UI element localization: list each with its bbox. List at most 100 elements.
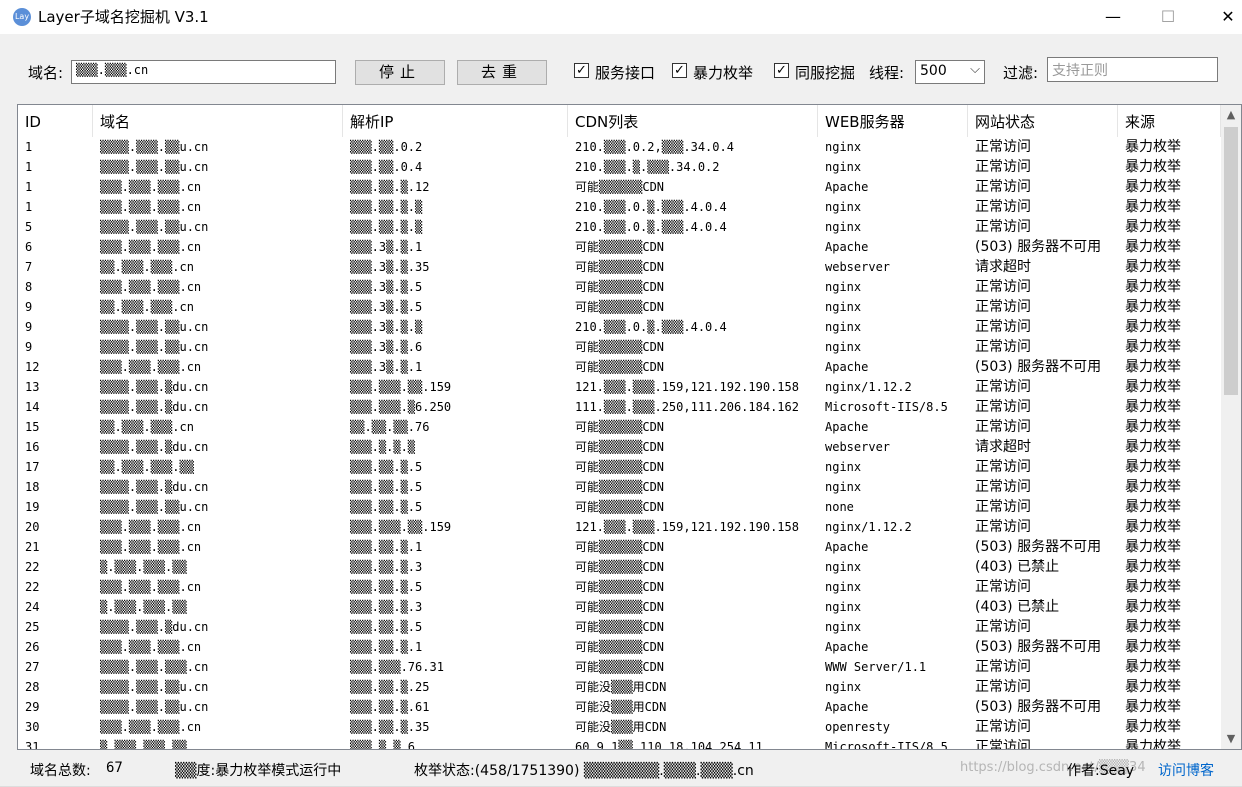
cell-web-server: nginx [825,340,862,354]
table-row[interactable]: 25 ▒▒▒▒.▒▒▒.▒du.cn ▒▒▒.▒▒.▒.5 可能▒▒▒▒▒▒CDN ng… [18,617,1221,637]
brute-force-label: 暴力枚举 [693,64,754,82]
scroll-down-icon[interactable]: ▼ [1221,729,1241,749]
brute-force-checkbox[interactable]: ✓ [672,63,687,78]
cell-source: 暴力枚举 [1125,539,1181,555]
table-row[interactable]: 1 ▒▒▒▒.▒▒▒.▒▒u.cn ▒▒▒.▒▒.0.2 210.▒▒▒.0.2,▒▒… [18,137,1221,157]
cell-cdn: 可能没▒▒▒用CDN [575,680,667,694]
table-row[interactable]: 5 ▒▒▒▒.▒▒▒.▒▒u.cn ▒▒▒.▒▒.▒.▒ 210.▒▒▒.0.▒.▒▒… [18,217,1221,237]
cell-cdn: 121.▒▒▒.▒▒▒.159,121.192.190.158 [575,520,799,534]
column-header-cdn[interactable]: CDN列表 [568,105,818,137]
checkmark-icon: ✓ [576,63,587,78]
table-row[interactable]: 27 ▒▒▒▒.▒▒▒.▒▒▒.cn ▒▒▒.▒▒▒.76.31 可能▒▒▒▒▒▒CD… [18,657,1221,677]
close-button[interactable]: ✕ [1205,0,1242,34]
table-row[interactable]: 28 ▒▒▒▒.▒▒▒.▒▒u.cn ▒▒▒.▒▒.▒.25 可能没▒▒▒用CDN ng… [18,677,1221,697]
column-header-ip[interactable]: 解析IP [343,105,568,137]
same-server-checkbox[interactable]: ✓ [774,63,789,78]
cell-domain: ▒▒.▒▒▒.▒▒▒.cn [100,300,194,314]
table-row[interactable]: 29 ▒▒▒▒.▒▒▒.▒▒u.cn ▒▒▒.▒▒.▒.61 可能没▒▒▒用CDN Ap… [18,697,1221,717]
cell-web-server: nginx [825,320,862,334]
column-header-web-server[interactable]: WEB服务器 [818,105,968,137]
table-row[interactable]: 13 ▒▒▒▒.▒▒▒.▒du.cn ▒▒▒.▒▒▒.▒▒.159 121.▒▒▒.▒… [18,377,1221,397]
minimize-button[interactable]: — [1090,0,1136,34]
cell-site-status: 正常访问 [975,139,1031,155]
table-row[interactable]: 22 ▒▒▒.▒▒▒.▒▒▒.cn ▒▒▒.▒▒.▒.5 可能▒▒▒▒▒▒CDN ngi… [18,577,1221,597]
table-row[interactable]: 21 ▒▒▒.▒▒▒.▒▒▒.cn ▒▒▒.▒▒.▒.1 可能▒▒▒▒▒▒CDN Apa… [18,537,1221,557]
table-row[interactable]: 31 ▒.▒▒▒.▒▒▒.▒▒ ▒▒▒.▒.▒.6 60.9.1▒▒.110.18,1… [18,737,1221,750]
cell-id: 24 [25,600,40,614]
table-row[interactable]: 1 ▒▒▒.▒▒▒.▒▒▒.cn ▒▒▒.▒▒.▒.12 可能▒▒▒▒▒▒CDN Apa… [18,177,1221,197]
cell-domain: ▒▒▒▒.▒▒▒.▒▒u.cn [100,700,209,714]
filter-input[interactable]: 支持正则 [1047,57,1218,82]
table-row[interactable]: 19 ▒▒▒▒.▒▒▒.▒▒u.cn ▒▒▒.▒▒.▒.5 可能▒▒▒▒▒▒CDN no… [18,497,1221,517]
table-row[interactable]: 30 ▒▒▒.▒▒▒.▒▒▒.cn ▒▒▒.▒▒.▒.35 可能没▒▒▒用CDN ope… [18,717,1221,737]
threads-select[interactable]: 500 ⌵ [915,60,985,84]
cell-source: 暴力枚举 [1125,559,1181,575]
domain-input[interactable]: ▒▒▒.▒▒▒.cn [71,60,336,84]
cell-id: 30 [25,720,40,734]
cell-domain: ▒▒▒▒.▒▒▒.▒du.cn [100,480,209,494]
cell-ip: ▒▒▒.▒▒.▒.5 [350,460,423,474]
cell-web-server: nginx [825,620,862,634]
title-bar: Lay Layer子域名挖掘机 V3.1 — ☐ ✕ [0,0,1242,34]
cell-ip: ▒▒▒.▒▒.▒.5 [350,620,423,634]
table-row[interactable]: 22 ▒.▒▒▒.▒▒▒.▒▒ ▒▒▒.▒▒.▒.3 可能▒▒▒▒▒▒CDN nginx… [18,557,1221,577]
table-row[interactable]: 6 ▒▒▒.▒▒▒.▒▒▒.cn ▒▒▒.3▒.▒.1 可能▒▒▒▒▒▒CDN Apac… [18,237,1221,257]
table-row[interactable]: 17 ▒▒.▒▒▒.▒▒▒.▒▒ ▒▒▒.▒▒.▒.5 可能▒▒▒▒▒▒CDN ngin… [18,457,1221,477]
table-row[interactable]: 15 ▒▒.▒▒▒.▒▒▒.cn ▒▒.▒▒.▒▒.76 可能▒▒▒▒▒▒CDN Apa… [18,417,1221,437]
cell-cdn: 可能▒▒▒▒▒▒CDN [575,260,665,274]
table-row[interactable]: 14 ▒▒▒▒.▒▒▒.▒du.cn ▒▒▒.▒▒▒.▒6.250 111.▒▒▒.▒… [18,397,1221,417]
cell-domain: ▒▒▒.▒▒▒.▒▒▒.cn [100,200,202,214]
dedupe-button[interactable]: 去重 [457,60,547,85]
cell-ip: ▒▒▒.▒▒.▒.5 [350,500,423,514]
table-row[interactable]: 8 ▒▒▒.▒▒▒.▒▒▒.cn ▒▒▒.3▒.▒.5 可能▒▒▒▒▒▒CDN ngin… [18,277,1221,297]
table-row[interactable]: 16 ▒▒▒▒.▒▒▒.▒du.cn ▒▒▒.▒.▒.▒ 可能▒▒▒▒▒▒CDN web… [18,437,1221,457]
vertical-scrollbar[interactable]: ▲ ▼ [1221,105,1241,749]
table-row[interactable]: 9 ▒▒▒▒.▒▒▒.▒▒u.cn ▒▒▒.3▒.▒.6 可能▒▒▒▒▒▒CDN ngi… [18,337,1221,357]
service-interface-checkbox[interactable]: ✓ [574,63,589,78]
scrollbar-thumb[interactable] [1224,127,1238,395]
column-header-domain[interactable]: 域名 [93,105,343,137]
cell-ip: ▒▒▒.▒▒.▒.3 [350,600,423,614]
cell-ip: ▒▒▒.▒▒.▒.5 [350,480,423,494]
table-row[interactable]: 24 ▒.▒▒▒.▒▒▒.▒▒ ▒▒▒.▒▒.▒.3 可能▒▒▒▒▒▒CDN nginx… [18,597,1221,617]
cell-cdn: 可能▒▒▒▒▒▒CDN [575,440,665,454]
cell-cdn: 210.▒▒▒.▒.▒▒▒.34.0.2 [575,160,720,174]
table-row[interactable]: 1 ▒▒▒.▒▒▒.▒▒▒.cn ▒▒▒.▒▒.▒.▒ 210.▒▒▒.0.▒.▒▒▒… [18,197,1221,217]
cell-cdn: 60.9.1▒▒.110.18,104.254.11 [575,740,763,750]
cell-domain: ▒▒▒▒.▒▒▒.▒du.cn [100,440,209,454]
cell-cdn: 可能▒▒▒▒▒▒CDN [575,580,665,594]
cell-web-server: Apache [825,540,869,554]
table-row[interactable]: 20 ▒▒▒.▒▒▒.▒▒▒.cn ▒▒▒.▒▒▒.▒▒.159 121.▒▒▒.▒▒… [18,517,1221,537]
cell-cdn: 可能▒▒▒▒▒▒CDN [575,480,665,494]
scroll-up-icon[interactable]: ▲ [1221,105,1241,125]
cell-web-server: Apache [825,360,869,374]
service-interface-label: 服务接口 [595,64,656,82]
cell-ip: ▒▒▒.3▒.▒.1 [350,240,423,254]
cell-source: 暴力枚举 [1125,139,1181,155]
column-header-source[interactable]: 来源 [1118,105,1221,137]
table-row[interactable]: 7 ▒▒.▒▒▒.▒▒▒.cn ▒▒▒.3▒.▒.35 可能▒▒▒▒▒▒CDN webs… [18,257,1221,277]
maximize-button[interactable]: ☐ [1145,0,1191,34]
cell-id: 9 [25,320,33,334]
cell-site-status: 正常访问 [975,379,1031,395]
cell-site-status: 正常访问 [975,319,1031,335]
cell-id: 17 [25,460,40,474]
table-row[interactable]: 12 ▒▒▒.▒▒▒.▒▒▒.cn ▒▒▒.3▒.▒.1 可能▒▒▒▒▒▒CDN Apa… [18,357,1221,377]
cell-source: 暴力枚举 [1125,219,1181,235]
cell-site-status: 正常访问 [975,739,1031,750]
stop-button[interactable]: 停止 [355,60,445,85]
column-header-site-status[interactable]: 网站状态 [968,105,1118,137]
table-row[interactable]: 1 ▒▒▒▒.▒▒▒.▒▒u.cn ▒▒▒.▒▒.0.4 210.▒▒▒.▒.▒▒▒.… [18,157,1221,177]
table-row[interactable]: 18 ▒▒▒▒.▒▒▒.▒du.cn ▒▒▒.▒▒.▒.5 可能▒▒▒▒▒▒CDN ng… [18,477,1221,497]
cell-ip: ▒▒▒.3▒.▒.6 [350,340,423,354]
column-header-id[interactable]: ID [18,105,93,137]
cell-cdn: 可能▒▒▒▒▒▒CDN [575,600,665,614]
table-row[interactable]: 26 ▒▒▒.▒▒▒.▒▒▒.cn ▒▒▒.▒▒.▒.1 可能▒▒▒▒▒▒CDN Apa… [18,637,1221,657]
table-row[interactable]: 9 ▒▒▒▒.▒▒▒.▒▒u.cn ▒▒▒.3▒.▒.▒ 210.▒▒▒.0.▒.▒▒… [18,317,1221,337]
blog-link[interactable]: 访问博客 [1158,760,1214,780]
cell-web-server: Apache [825,180,869,194]
cell-ip: ▒▒▒.▒▒▒.▒▒.159 [350,520,452,534]
cell-source: 暴力枚举 [1125,399,1181,415]
table-row[interactable]: 9 ▒▒.▒▒▒.▒▒▒.cn ▒▒▒.3▒.▒.5 可能▒▒▒▒▒▒CDN nginx… [18,297,1221,317]
cell-site-status: 正常访问 [975,499,1031,515]
